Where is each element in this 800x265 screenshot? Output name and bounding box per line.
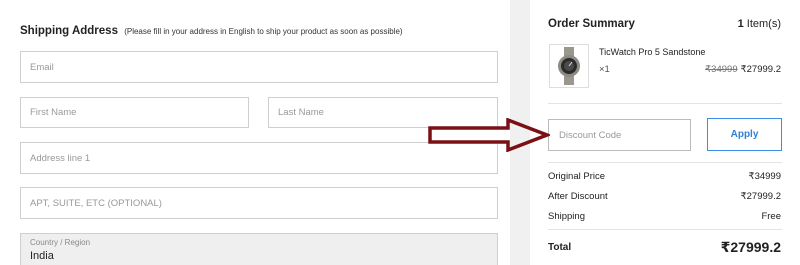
summary-row-value: ₹34999 <box>748 171 781 182</box>
summary-row-label: Original Price <box>548 171 606 182</box>
product-current-price: ₹27999.2 <box>740 64 781 75</box>
divider <box>548 229 782 230</box>
shipping-note: (Please fill in your address in English … <box>124 27 403 36</box>
product-price: ₹34999 ₹27999.2 <box>705 64 781 75</box>
shipping-title: Shipping Address (Please fill in your ad… <box>20 25 403 37</box>
summary-row-value: Free <box>761 211 781 222</box>
order-summary-title: Order Summary <box>548 18 635 30</box>
summary-row-label: After Discount <box>548 191 608 202</box>
address-line-1-field[interactable]: Address line 1 <box>20 142 498 174</box>
country-select[interactable]: Country / Region India <box>20 233 498 265</box>
product-thumbnail[interactable] <box>549 44 589 88</box>
country-value: India <box>30 250 54 262</box>
arrow-right-icon <box>428 118 550 152</box>
email-placeholder: Email <box>30 61 54 73</box>
watch-icon <box>558 47 580 85</box>
product-name: TicWatch Pro 5 Sandstone <box>599 47 706 57</box>
divider <box>548 162 782 163</box>
address-line-2-placeholder: APT, SUITE, ETC (OPTIONAL) <box>30 197 162 209</box>
first-name-field[interactable]: First Name <box>20 97 249 128</box>
summary-row-value: ₹27999.2 <box>740 191 781 202</box>
discount-code-placeholder: Discount Code <box>559 129 622 141</box>
summary-row-original-price: Original Price ₹34999 <box>548 171 781 182</box>
divider <box>548 103 782 104</box>
summary-row-after-discount: After Discount ₹27999.2 <box>548 191 781 202</box>
last-name-placeholder: Last Name <box>278 107 324 118</box>
item-count: 1 Item(s) <box>738 18 781 30</box>
total-value: ₹27999.2 <box>720 239 781 255</box>
shipping-title-text: Shipping Address <box>20 25 118 37</box>
total-label: Total <box>548 242 572 253</box>
country-label: Country / Region <box>30 238 91 247</box>
item-count-number: 1 <box>737 18 744 30</box>
summary-row-label: Shipping <box>548 211 585 222</box>
discount-code-input[interactable]: Discount Code <box>548 119 691 151</box>
email-field[interactable]: Email <box>20 51 498 83</box>
apply-button[interactable]: Apply <box>707 118 782 151</box>
product-quantity: ×1 <box>599 64 610 75</box>
address-line-2-field[interactable]: APT, SUITE, ETC (OPTIONAL) <box>20 187 498 219</box>
address-line-1-placeholder: Address line 1 <box>30 152 91 164</box>
product-old-price: ₹34999 <box>705 64 738 75</box>
summary-row-shipping: Shipping Free <box>548 211 781 222</box>
first-name-placeholder: First Name <box>30 107 77 118</box>
order-summary-panel: Order Summary 1 Item(s) TicWatch Pro 5 S… <box>530 0 800 265</box>
item-count-label: Item(s) <box>746 18 781 30</box>
summary-total: Total ₹27999.2 <box>548 239 781 256</box>
